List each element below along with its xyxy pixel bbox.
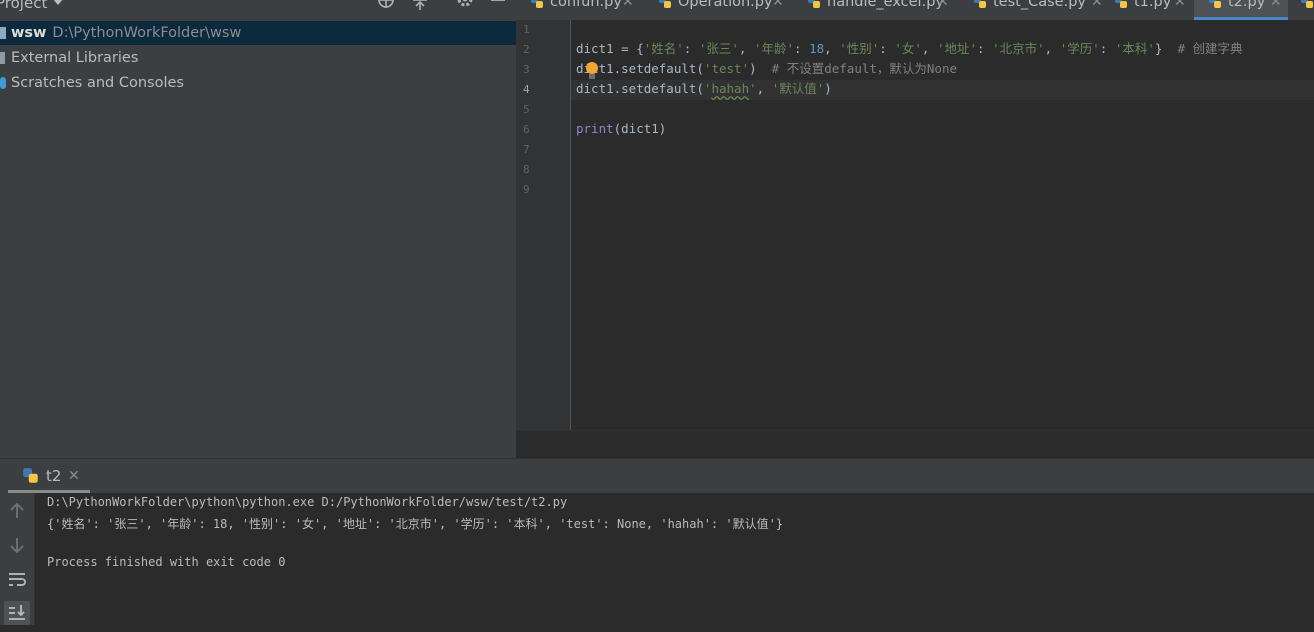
up-arrow-icon[interactable] <box>4 499 30 523</box>
tab-t2[interactable]: t2.py ✕ <box>1194 0 1288 20</box>
close-icon[interactable]: ✕ <box>1270 0 1282 10</box>
console-exit-line: Process finished with exit code 0 <box>47 555 286 569</box>
python-file-icon <box>1115 0 1127 8</box>
lightbulb-icon[interactable] <box>586 62 598 74</box>
close-icon[interactable]: ✕ <box>622 0 634 10</box>
line-number: 3 <box>523 63 530 76</box>
minimize-icon[interactable] <box>488 0 508 12</box>
run-tab-t2[interactable]: t2 ✕ <box>8 459 90 493</box>
project-panel: Project wsw D:\PythonWorkFolder\wsw Exter… <box>0 0 516 458</box>
collapse-icon[interactable] <box>410 0 430 12</box>
close-icon[interactable]: ✕ <box>1174 0 1186 10</box>
down-arrow-icon[interactable] <box>4 533 30 557</box>
tab-label: test_Case.py <box>993 0 1086 10</box>
scratches-icon <box>0 77 6 89</box>
project-root-name: wsw <box>11 25 47 41</box>
code-editor[interactable]: 1 2 3 4 5 6 7 8 9 dict1 = {'姓名': '张三', '… <box>516 20 1314 430</box>
crosshair-icon[interactable] <box>376 0 396 12</box>
folder-icon <box>0 27 6 39</box>
code-line-3: dict1.setdefault('test') # 不设置default，默认… <box>576 61 958 76</box>
project-title[interactable]: Project <box>0 0 47 12</box>
gear-icon[interactable] <box>455 0 475 12</box>
tab-t1[interactable]: t1.py ✕ <box>1100 0 1192 20</box>
line-number: 9 <box>523 183 530 196</box>
tab-label: t1.py <box>1134 0 1172 10</box>
soft-wrap-icon[interactable] <box>4 567 30 591</box>
console-output-line: {'姓名': '张三', '年龄': 18, '性别': '女', '地址': … <box>47 517 784 531</box>
run-tab-label: t2 <box>46 467 62 485</box>
tab-label: Operation.py <box>678 0 773 10</box>
python-file-icon <box>1209 0 1221 8</box>
tab-operation[interactable]: Operation.py ✕ <box>644 0 792 20</box>
line-number: 1 <box>523 23 530 36</box>
line-number: 6 <box>523 123 530 136</box>
tab-confun[interactable]: confun.py ✕ <box>516 0 640 20</box>
python-file-icon <box>808 0 820 8</box>
line-number: 7 <box>523 143 530 156</box>
line-number: 4 <box>523 83 530 96</box>
tab-label: t2.py <box>1228 0 1266 10</box>
close-icon[interactable]: ✕ <box>937 0 949 10</box>
run-tab-bar: t2 ✕ <box>0 459 1314 493</box>
console-command-line: D:\PythonWorkFolder\python\python.exe D:… <box>47 495 568 509</box>
project-root-path: D:\PythonWorkFolder\wsw <box>52 25 242 41</box>
editor-tab-bar: confun.py ✕ Operation.py ✕ handle_excel.… <box>516 0 1314 20</box>
line-number: 5 <box>523 103 530 116</box>
tree-item-project-root[interactable]: wsw D:\PythonWorkFolder\wsw <box>0 21 516 45</box>
code-line-6: print(dict1) <box>576 121 667 136</box>
library-icon <box>0 52 5 64</box>
tree-item-scratches[interactable]: Scratches and Consoles <box>0 71 516 95</box>
tab-overflow[interactable] <box>1292 0 1314 20</box>
python-file-icon <box>974 0 986 8</box>
tree-item-label: Scratches and Consoles <box>11 75 184 91</box>
tab-label: confun.py <box>550 0 622 10</box>
python-file-icon <box>531 0 543 8</box>
run-toolbar <box>0 493 35 625</box>
editor-footer <box>516 430 1314 459</box>
chevron-down-icon[interactable] <box>52 0 64 5</box>
tree-item-label: External Libraries <box>11 50 139 66</box>
tab-handle-excel[interactable]: handle_excel.py ✕ <box>793 0 955 20</box>
python-file-icon <box>1301 0 1313 8</box>
project-header: Project <box>0 0 516 20</box>
line-number: 8 <box>523 163 530 176</box>
line-number-gutter: 1 2 3 4 5 6 7 8 9 <box>516 20 571 430</box>
tab-label: handle_excel.py <box>827 0 944 10</box>
close-icon[interactable]: ✕ <box>772 0 784 10</box>
python-file-icon <box>23 468 38 483</box>
tab-test-case[interactable]: test_Case.py ✕ <box>959 0 1111 20</box>
close-icon[interactable]: ✕ <box>68 468 80 484</box>
tree-item-external-libraries[interactable]: External Libraries <box>0 46 516 70</box>
scroll-to-end-icon[interactable] <box>4 601 30 625</box>
code-line-2: dict1 = {'姓名': '张三', '年龄': 18, '性别': '女'… <box>576 41 1243 56</box>
code-line-4: dict1.setdefault('hahah', '默认值') <box>576 81 832 96</box>
line-number: 2 <box>523 43 530 56</box>
run-panel: t2 ✕ D:\PythonWorkFolder\python\python.e… <box>0 458 1314 625</box>
python-file-icon <box>659 0 671 8</box>
